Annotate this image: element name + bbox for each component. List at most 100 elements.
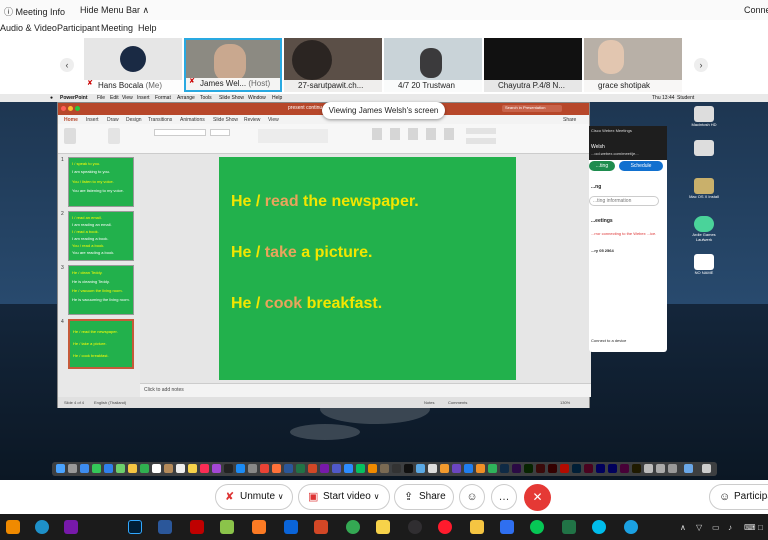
desktop-icon-drive[interactable] — [689, 140, 719, 164]
slide-thumbnail-3[interactable]: He / clean Teddy. He is cleaning Teddy. … — [68, 265, 134, 315]
contacts-icon[interactable] — [164, 464, 173, 473]
audition-icon[interactable] — [596, 464, 605, 473]
bridge-icon[interactable] — [632, 464, 641, 473]
notepad-plus-icon[interactable] — [220, 520, 234, 534]
podcasts-icon[interactable] — [212, 464, 221, 473]
arrange-button[interactable] — [426, 128, 436, 140]
zoom-level[interactable]: 130% — [560, 400, 570, 405]
slide-thumbnail-4-selected[interactable]: He / read the newspaper. He / take a pic… — [68, 319, 134, 369]
safari-icon[interactable] — [80, 464, 89, 473]
music-icon[interactable] — [200, 464, 209, 473]
tab-draw[interactable]: Draw — [107, 117, 119, 123]
hide-menu-bar-button[interactable]: Hide Menu Bar ∧ — [80, 5, 149, 16]
desktop-icon-no-name[interactable]: NO NAME — [689, 254, 719, 278]
chevron-right-icon[interactable]: › — [694, 58, 708, 72]
finder-icon[interactable] — [56, 464, 65, 473]
zoom-icon[interactable] — [344, 464, 353, 473]
trash-icon[interactable] — [702, 464, 711, 473]
tab-insert[interactable]: Insert — [86, 117, 99, 123]
launchpad-icon[interactable] — [68, 464, 77, 473]
paragraph-controls[interactable] — [258, 129, 328, 143]
network-icon[interactable] — [656, 464, 665, 473]
opera-icon[interactable] — [438, 520, 452, 534]
powerpoint-icon[interactable] — [314, 520, 328, 534]
new-slide-button[interactable] — [108, 128, 120, 144]
vlc-icon[interactable] — [368, 464, 377, 473]
keyboard-icon[interactable]: ⌨ — [744, 523, 756, 532]
start-meeting-button[interactable]: ...ting — [589, 161, 615, 171]
slide-thumbnail-1[interactable]: I / speak to you. I am speaking to you. … — [68, 157, 134, 207]
utility-icon[interactable] — [644, 464, 653, 473]
chevron-up-icon[interactable]: ∧ — [680, 523, 686, 532]
start-video-button[interactable]: ▣ Start video ∨ — [298, 484, 390, 510]
tv-icon[interactable] — [224, 464, 233, 473]
garageband-icon[interactable] — [440, 464, 449, 473]
powerpoint-icon[interactable] — [308, 464, 317, 473]
numbers-icon[interactable] — [488, 464, 497, 473]
participants-button[interactable]: ☺ Participan — [709, 484, 768, 510]
participant-tile[interactable]: 4/7 20 Trustwan — [384, 38, 482, 92]
join-input[interactable]: ...ting information — [589, 196, 659, 206]
preview-icon[interactable] — [416, 464, 425, 473]
tab-view[interactable]: View — [268, 117, 279, 123]
acrobat-icon[interactable] — [560, 464, 569, 473]
line-icon[interactable] — [530, 520, 544, 534]
participant-tile[interactable]: Chayutra P.4/8 N... — [484, 38, 582, 92]
inkscape-icon[interactable] — [392, 464, 401, 473]
chrome-icon[interactable] — [260, 464, 269, 473]
facetime-icon[interactable] — [140, 464, 149, 473]
participant-tile[interactable]: ✘ Hans Bocala (Me) — [84, 38, 182, 92]
wps-icon[interactable] — [500, 520, 514, 534]
calendar-icon[interactable] — [152, 464, 161, 473]
paste-button[interactable] — [64, 128, 76, 144]
menu-participant[interactable]: Participant — [57, 23, 100, 33]
window-minimize-icon[interactable] — [68, 106, 73, 111]
participant-tile[interactable]: 27-sarutpawit.ch... — [284, 38, 382, 92]
wifi-icon[interactable]: ▽ — [696, 523, 702, 532]
desktop-icon-games[interactable]: Ardie Games Laufwerk — [689, 216, 719, 242]
tab-slide-show[interactable]: Slide Show — [213, 117, 238, 123]
onenote-icon[interactable] — [320, 464, 329, 473]
reminders-icon[interactable] — [176, 464, 185, 473]
excel-icon[interactable] — [562, 520, 576, 534]
notification-icon[interactable]: □ — [758, 523, 763, 532]
font-select[interactable] — [154, 129, 206, 136]
word-icon[interactable] — [284, 464, 293, 473]
webex-icon[interactable] — [356, 464, 365, 473]
sticky-notes-icon[interactable] — [376, 520, 390, 534]
speaker-icon[interactable]: ♪ — [728, 523, 732, 532]
photos-icon[interactable] — [128, 464, 137, 473]
system-preferences-icon[interactable] — [248, 464, 257, 473]
internet-explorer-icon[interactable] — [624, 520, 638, 534]
edge-icon[interactable] — [35, 520, 49, 534]
schedule-button[interactable]: Schedule — [619, 161, 663, 171]
more-options-icon[interactable]: … — [491, 484, 517, 510]
tab-transitions[interactable]: Transitions — [148, 117, 172, 123]
menu-help[interactable]: Help — [138, 23, 157, 33]
desktop-icon-installer[interactable]: Mac OS X Install — [689, 178, 719, 202]
tab-review[interactable]: Review — [244, 117, 260, 123]
lightroom-icon[interactable] — [500, 464, 509, 473]
text-box-button[interactable] — [408, 128, 418, 140]
illustrator-icon[interactable] — [548, 464, 557, 473]
current-slide[interactable]: He / read the newspaper. He / take a pic… — [219, 157, 516, 380]
dreamweaver-icon[interactable] — [524, 464, 533, 473]
filezilla-icon[interactable] — [190, 520, 204, 534]
indesign-icon[interactable] — [584, 464, 593, 473]
activity-monitor-icon[interactable] — [668, 464, 677, 473]
keynote-icon[interactable] — [464, 464, 473, 473]
reactions-icon[interactable]: ☺ — [459, 484, 485, 510]
xd-icon[interactable] — [620, 464, 629, 473]
battery-icon[interactable]: ▭ — [712, 523, 720, 532]
chevron-down-icon[interactable]: ∨ — [278, 492, 284, 501]
menu-audio-video[interactable]: Audio & Video — [0, 23, 57, 33]
ppt-search[interactable]: Search in Presentation — [502, 105, 562, 112]
window-close-icon[interactable] — [61, 106, 66, 111]
desktop-icon-hd[interactable]: Macintosh HD — [689, 106, 719, 130]
textedit-icon[interactable] — [428, 464, 437, 473]
chevron-down-icon[interactable]: ∨ — [374, 492, 380, 501]
tab-design[interactable]: Design — [126, 117, 142, 123]
menu-meeting[interactable]: Meeting — [101, 23, 133, 33]
obs-icon[interactable] — [408, 520, 422, 534]
messages-icon[interactable] — [92, 464, 101, 473]
